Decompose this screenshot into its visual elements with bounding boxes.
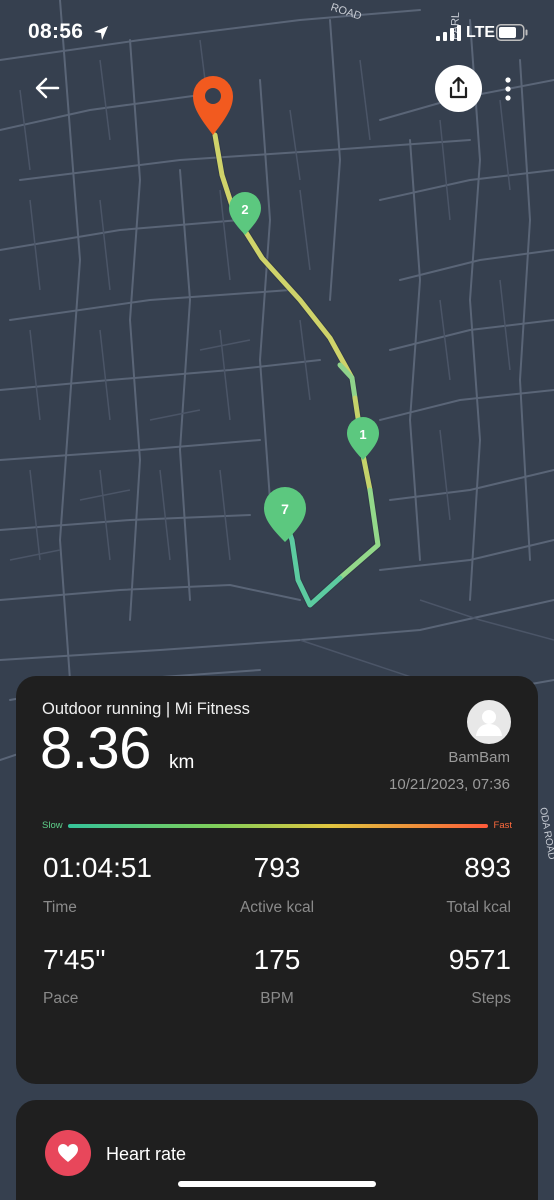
home-indicator[interactable] <box>178 1181 376 1187</box>
more-icon[interactable] <box>498 76 518 102</box>
active-kcal-value: 793 <box>253 852 301 883</box>
steps-label: Steps <box>471 990 511 1007</box>
user-icon <box>476 710 502 736</box>
avatar[interactable] <box>467 700 511 744</box>
pace-scale: Slow Fast <box>42 820 512 834</box>
scale-gradient-bar <box>68 824 488 828</box>
user-name: BamBam <box>448 749 510 766</box>
heart-rate-badge <box>45 1130 91 1176</box>
scale-fast-label: Fast <box>493 820 512 831</box>
workout-summary-card: Outdoor running | Mi Fitness 8.36 km Bam… <box>16 676 538 1084</box>
total-kcal-value: 893 <box>464 852 511 883</box>
status-bar: 08:56 LTE <box>0 0 554 66</box>
network-type: LTE <box>466 24 496 41</box>
workout-datetime: 10/21/2023, 07:36 <box>389 776 510 793</box>
distance-unit: km <box>169 752 195 773</box>
battery-icon <box>496 24 528 41</box>
total-kcal-label: Total kcal <box>446 899 511 916</box>
status-time: 08:56 <box>28 20 84 43</box>
svg-text:7: 7 <box>281 501 289 517</box>
heart-rate-title: Heart rate <box>106 1144 187 1164</box>
svg-text:2: 2 <box>241 202 248 217</box>
steps-value: 9571 <box>448 944 511 975</box>
location-arrow-icon <box>94 26 108 40</box>
svg-text:1: 1 <box>359 427 366 442</box>
share-button[interactable] <box>435 65 482 112</box>
signal-icon <box>436 25 461 41</box>
heart-icon <box>58 1144 78 1162</box>
distance-value: 8.36 <box>40 716 151 781</box>
bpm-label: BPM <box>260 990 294 1007</box>
scale-slow-label: Slow <box>42 820 63 831</box>
share-icon <box>449 76 468 99</box>
back-arrow-icon[interactable] <box>30 72 66 104</box>
